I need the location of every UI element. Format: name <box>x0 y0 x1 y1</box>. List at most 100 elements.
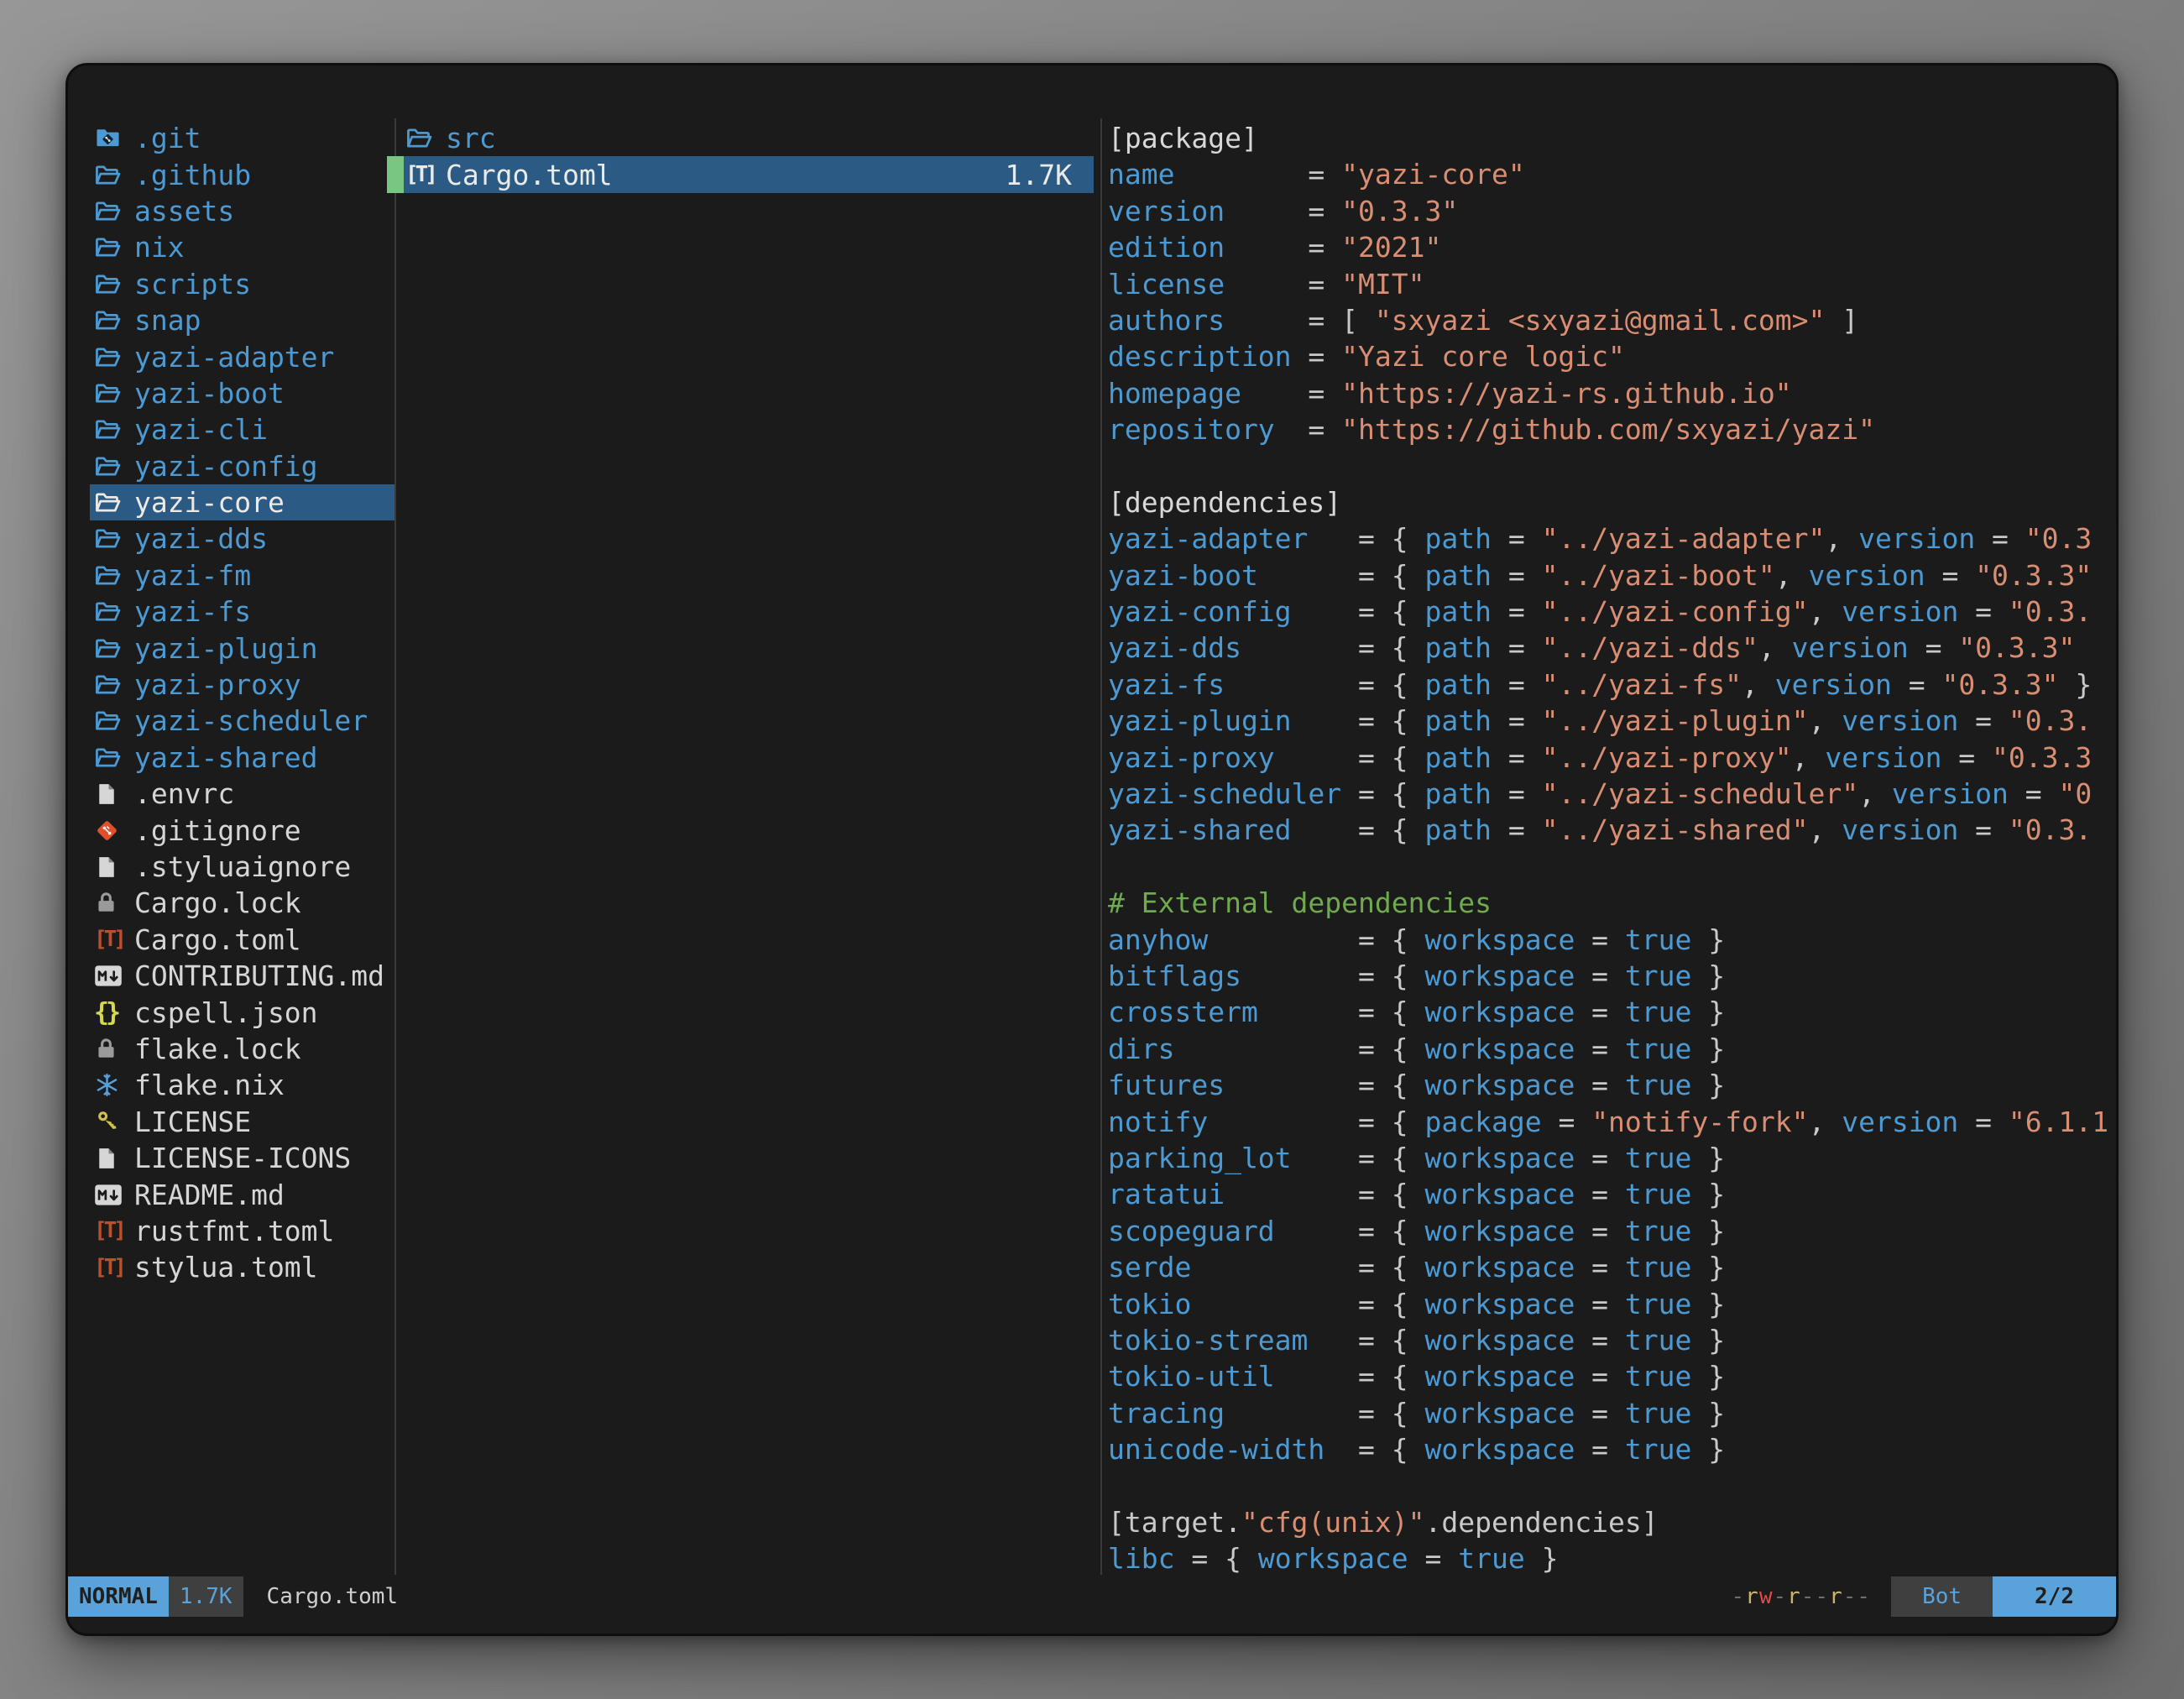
scroll-position-badge: Bot <box>1891 1576 1993 1617</box>
file-row-yazi-plugin[interactable]: yazi-plugin <box>90 630 394 666</box>
file-row-flake-nix[interactable]: flake.nix <box>90 1067 394 1103</box>
lock-icon <box>94 1037 126 1061</box>
braces-icon: {} <box>94 998 126 1027</box>
preview-line: license = "MIT" <box>1108 266 2113 302</box>
file-row-yazi-boot[interactable]: yazi-boot <box>90 375 394 411</box>
cursor-position-badge: 2/2 <box>1993 1576 2116 1617</box>
folder-open-icon <box>94 343 126 371</box>
toml-icon: [T] <box>94 1218 126 1243</box>
file-label: yazi-core <box>134 486 285 519</box>
file-row-yazi-cli[interactable]: yazi-cli <box>90 411 394 447</box>
file-icon <box>94 782 126 807</box>
file-row-yazi-dds[interactable]: yazi-dds <box>90 520 394 557</box>
file-label: yazi-fs <box>134 595 251 628</box>
file-row-src[interactable]: src <box>387 120 1094 156</box>
file-row--styluaignore[interactable]: .styluaignore <box>90 849 394 885</box>
preview-line: notify = { package = "notify-fork", vers… <box>1108 1104 2113 1140</box>
file-row-scripts[interactable]: scripts <box>90 266 394 302</box>
file-label: cspell.json <box>134 996 318 1029</box>
parent-pane: .git .githubassetsnixscriptssnapyazi-adap… <box>90 120 394 1286</box>
toml-icon: [T] <box>405 162 437 187</box>
preview-line: yazi-plugin = { path = "../yazi-plugin",… <box>1108 703 2113 739</box>
file-label: flake.lock <box>134 1032 301 1065</box>
preview-line: yazi-fs = { path = "../yazi-fs", version… <box>1108 667 2113 703</box>
permission-segment: -- <box>1801 1584 1829 1609</box>
preview-line: authors = [ "sxyazi <sxyazi@gmail.com>" … <box>1108 302 2113 338</box>
file-row-contributing-md[interactable]: CONTRIBUTING.md <box>90 958 394 994</box>
file-row-license-icons[interactable]: LICENSE-ICONS <box>90 1140 394 1176</box>
file-row--github[interactable]: .github <box>90 156 394 192</box>
folder-open-icon <box>94 744 126 771</box>
mode-badge: NORMAL <box>68 1576 169 1617</box>
preview-pane: [package]name = "yazi-core"version = "0.… <box>1108 120 2113 1577</box>
file-row-snap[interactable]: snap <box>90 302 394 338</box>
file-row-yazi-shared[interactable]: yazi-shared <box>90 740 394 776</box>
folder-open-icon <box>94 306 126 334</box>
file-label: CONTRIBUTING.md <box>134 959 384 992</box>
file-row-license[interactable]: LICENSE <box>90 1104 394 1140</box>
file-label: snap <box>134 304 201 337</box>
file-icon <box>94 1146 126 1171</box>
permission-segment: - <box>1773 1584 1787 1609</box>
file-row-stylua-toml[interactable]: [T]stylua.toml <box>90 1249 394 1285</box>
preview-line: edition = "2021" <box>1108 229 2113 265</box>
file-label: flake.nix <box>134 1069 285 1101</box>
file-row-cspell-json[interactable]: {} cspell.json <box>90 994 394 1030</box>
file-row-yazi-proxy[interactable]: yazi-proxy <box>90 667 394 703</box>
folder-open-icon <box>94 562 126 589</box>
file-row-yazi-fm[interactable]: yazi-fm <box>90 557 394 593</box>
file-label: nix <box>134 231 185 264</box>
file-label: yazi-cli <box>134 413 268 446</box>
preview-line: yazi-dds = { path = "../yazi-dds", versi… <box>1108 630 2113 666</box>
file-row-yazi-fs[interactable]: yazi-fs <box>90 593 394 630</box>
file-label: yazi-fm <box>134 559 251 592</box>
file-label: .github <box>134 159 251 191</box>
preview-line: yazi-adapter = { path = "../yazi-adapter… <box>1108 520 2113 557</box>
snowflake-icon <box>94 1072 126 1098</box>
status-filename: Cargo.toml <box>267 1584 399 1609</box>
folder-open-icon <box>94 452 126 480</box>
file-icon <box>94 855 126 880</box>
file-row-assets[interactable]: assets <box>90 193 394 229</box>
preview-line: tokio-stream = { workspace = true } <box>1108 1322 2113 1358</box>
file-label: .git <box>134 122 201 154</box>
preview-line: yazi-boot = { path = "../yazi-boot", ver… <box>1108 557 2113 593</box>
pane-separator <box>394 118 396 1575</box>
file-permissions: -rw-r--r-- <box>1732 1584 1872 1609</box>
folder-open-icon <box>94 379 126 407</box>
preview-line: repository = "https://github.com/sxyazi/… <box>1108 411 2113 447</box>
file-row-nix[interactable]: nix <box>90 229 394 265</box>
file-size-badge: 1.7K <box>169 1576 243 1617</box>
file-row--git[interactable]: .git <box>90 120 394 156</box>
preview-line: tracing = { workspace = true } <box>1108 1395 2113 1431</box>
markdown-icon <box>94 1184 126 1206</box>
file-row-readme-md[interactable]: README.md <box>90 1176 394 1212</box>
folder-open-icon <box>94 707 126 734</box>
file-row-rustfmt-toml[interactable]: [T]rustfmt.toml <box>90 1213 394 1249</box>
file-row-yazi-adapter[interactable]: yazi-adapter <box>90 338 394 374</box>
file-row-yazi-core[interactable]: yazi-core <box>90 484 394 520</box>
git-folder-icon <box>94 124 126 152</box>
folder-open-icon <box>94 270 126 298</box>
file-row-yazi-scheduler[interactable]: yazi-scheduler <box>90 703 394 739</box>
file-row-cargo-toml[interactable]: [T]Cargo.toml1.7K <box>387 156 1094 192</box>
file-label: .gitignore <box>134 814 301 847</box>
file-row-flake-lock[interactable]: flake.lock <box>90 1031 394 1067</box>
file-row--envrc[interactable]: .envrc <box>90 776 394 812</box>
file-row-cargo-toml[interactable]: [T]Cargo.toml <box>90 922 394 958</box>
file-label: yazi-proxy <box>134 668 301 701</box>
file-label: LICENSE-ICONS <box>134 1142 351 1174</box>
preview-line: description = "Yazi core logic" <box>1108 338 2113 374</box>
preview-line: futures = { workspace = true } <box>1108 1067 2113 1103</box>
file-label: yazi-boot <box>134 377 285 410</box>
status-bar-left: NORMAL 1.7K Cargo.toml <box>68 1576 398 1617</box>
pane-separator <box>1100 118 1102 1575</box>
permission-segment: r <box>1745 1584 1759 1609</box>
file-row--gitignore[interactable]: .gitignore <box>90 812 394 848</box>
preview-line: version = "0.3.3" <box>1108 193 2113 229</box>
file-row-yazi-config[interactable]: yazi-config <box>90 448 394 484</box>
preview-line: crossterm = { workspace = true } <box>1108 994 2113 1030</box>
file-row-cargo-lock[interactable]: Cargo.lock <box>90 885 394 921</box>
folder-open-icon <box>94 233 126 261</box>
preview-line: bitflags = { workspace = true } <box>1108 958 2113 994</box>
